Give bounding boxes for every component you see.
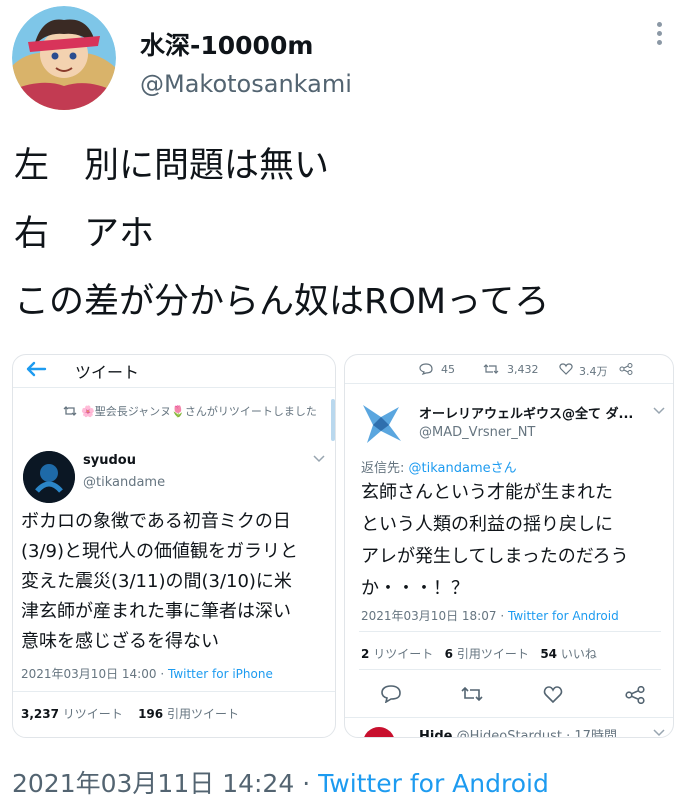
- heart-icon[interactable]: [543, 686, 563, 704]
- tweet-header: 水深-10000m @Makotosankami: [0, 0, 680, 110]
- next-reply-avatar[interactable]: [363, 727, 395, 737]
- scrollbar: [331, 399, 335, 441]
- reply-prefix: 返信先:: [361, 461, 405, 476]
- retweets-label[interactable]: リツイート: [373, 647, 433, 661]
- meta-separator: ·: [302, 769, 311, 798]
- top-action-bar: 45 3,432 3.4万: [419, 361, 669, 379]
- quotes-label[interactable]: 引用ツイート: [457, 647, 529, 661]
- reply-line: か・・・！？: [361, 578, 469, 599]
- quoted-source[interactable]: Twitter for iPhone: [168, 667, 273, 681]
- attached-image-right[interactable]: 45 3,432 3.4万 オーレリアウェルギウス@全て ダ... @MAD_V…: [344, 354, 674, 738]
- author-handle[interactable]: @tikandame: [83, 475, 165, 490]
- quoted-meta: 2021年03月10日 14:00 · Twitter for iPhone: [21, 665, 273, 682]
- next-reply-name[interactable]: Hide: [419, 729, 452, 737]
- reply-line: アレが発生してしまったのだろう: [361, 546, 629, 567]
- divider: [359, 669, 661, 670]
- quoted-date: 2021年03月10日 14:00: [21, 667, 157, 681]
- back-arrow-icon: [26, 361, 47, 377]
- reply-line: 玄師さんという才能が生まれた: [361, 482, 613, 503]
- tweet-timestamp: 2021年03月11日 14:24 · Twitter for Android: [12, 764, 549, 800]
- author-name[interactable]: syudou: [83, 453, 136, 468]
- tweet-line: この差が分からん奴はROMってろ: [14, 282, 550, 322]
- retweets-count[interactable]: 2: [361, 647, 369, 661]
- author-name[interactable]: オーレリアウェルギウス@全て ダ...: [419, 403, 633, 422]
- retweet-count: 3,432: [507, 363, 539, 376]
- reply-count: 45: [441, 363, 455, 376]
- reply-icon[interactable]: [419, 363, 433, 375]
- quoted-line: 意味を感じざるを得ない: [21, 631, 219, 652]
- author-handle[interactable]: @MAD_Vrsner_NT: [419, 425, 535, 440]
- retweets-count[interactable]: 3,237: [21, 707, 59, 721]
- next-reply-time: · 17時間: [566, 729, 617, 738]
- retweet-small-icon: [63, 406, 77, 416]
- share-icon[interactable]: [625, 686, 645, 704]
- reply-source[interactable]: Twitter for Android: [508, 609, 619, 623]
- retweets-label[interactable]: リツイート: [63, 707, 123, 721]
- likes-label[interactable]: いいね: [561, 647, 597, 661]
- quotes-label[interactable]: 引用ツイート: [167, 707, 239, 721]
- screen-header-title: ツイート: [75, 363, 140, 382]
- tweet-source[interactable]: Twitter for Android: [318, 769, 549, 798]
- divider: [13, 387, 335, 388]
- divider: [345, 383, 673, 384]
- divider: [359, 631, 661, 632]
- quoted-line: (3/9)と現代人の価値観をガラリと: [21, 541, 299, 562]
- tweet-date[interactable]: 2021年03月11日 14:24: [12, 769, 294, 798]
- reply-handle[interactable]: @tikandameさん: [409, 461, 517, 476]
- tweet-line: 右 アホ: [14, 214, 155, 254]
- meta-separator: ·: [500, 609, 505, 623]
- tweet-text: 左 別に問題は無い 右 アホ この差が分からん奴はROMってろ: [14, 132, 674, 336]
- author-display-name[interactable]: 水深-10000m: [140, 26, 313, 62]
- tweet-line: 左 別に問題は無い: [14, 146, 330, 186]
- retweet-icon[interactable]: [461, 686, 483, 702]
- author-avatar[interactable]: [355, 397, 407, 449]
- reply-stats: 2 リツイート 6 引用ツイート 54 いいね: [361, 645, 597, 662]
- next-reply-handle[interactable]: @HideoStardust: [457, 729, 562, 737]
- quoted-line: ボカロの象徴である初音ミクの日: [21, 511, 291, 532]
- quotes-count[interactable]: 196: [138, 707, 163, 721]
- like-count: 3.4万: [579, 365, 608, 378]
- avatar[interactable]: [12, 6, 116, 110]
- quotes-count[interactable]: 6: [445, 647, 453, 661]
- meta-separator: ·: [160, 667, 165, 681]
- reply-to: 返信先: @tikandameさん: [361, 457, 517, 476]
- reply-icon[interactable]: [381, 685, 401, 703]
- reply-tweet-text: 玄師さんという才能が生まれた という人類の利益の揺り戻しに アレが発生してしまっ…: [361, 477, 629, 605]
- quoted-stats: 3,237 リツイート 196 引用ツイート: [21, 705, 239, 722]
- heart-icon[interactable]: [559, 363, 573, 375]
- chevron-down-icon[interactable]: [653, 729, 665, 737]
- divider: [345, 717, 673, 718]
- retweet-note: 🌸聖会長ジャンヌ🌷さんがリツイートしました: [81, 405, 317, 418]
- share-icon[interactable]: [619, 363, 633, 375]
- chevron-down-icon[interactable]: [313, 455, 325, 463]
- more-options-icon[interactable]: [652, 22, 666, 50]
- chevron-down-icon[interactable]: [653, 407, 665, 415]
- next-reply-header: Hide @HideoStardust · 17時間: [419, 725, 617, 738]
- author-avatar[interactable]: [23, 451, 75, 503]
- reply-meta: 2021年03月10日 18:07 · Twitter for Android: [361, 607, 619, 624]
- author-handle[interactable]: @Makotosankami: [140, 70, 352, 98]
- quoted-line: 津玄師が産まれた事に筆者は深い: [21, 601, 291, 622]
- attached-image-left[interactable]: ツイート 🌸聖会長ジャンヌ🌷さんがリツイートしました syudou @tikan…: [12, 354, 336, 738]
- divider: [13, 691, 335, 692]
- reply-date: 2021年03月10日 18:07: [361, 609, 497, 623]
- retweet-icon[interactable]: [483, 363, 499, 375]
- quoted-line: 変えた震災(3/11)の間(3/10)に米: [21, 571, 292, 592]
- quoted-tweet-text: ボカロの象徴である初音ミクの日 (3/9)と現代人の価値観をガラリと 変えた震災…: [21, 507, 298, 657]
- reply-line: という人類の利益の揺り戻しに: [361, 514, 613, 535]
- likes-count[interactable]: 54: [540, 647, 557, 661]
